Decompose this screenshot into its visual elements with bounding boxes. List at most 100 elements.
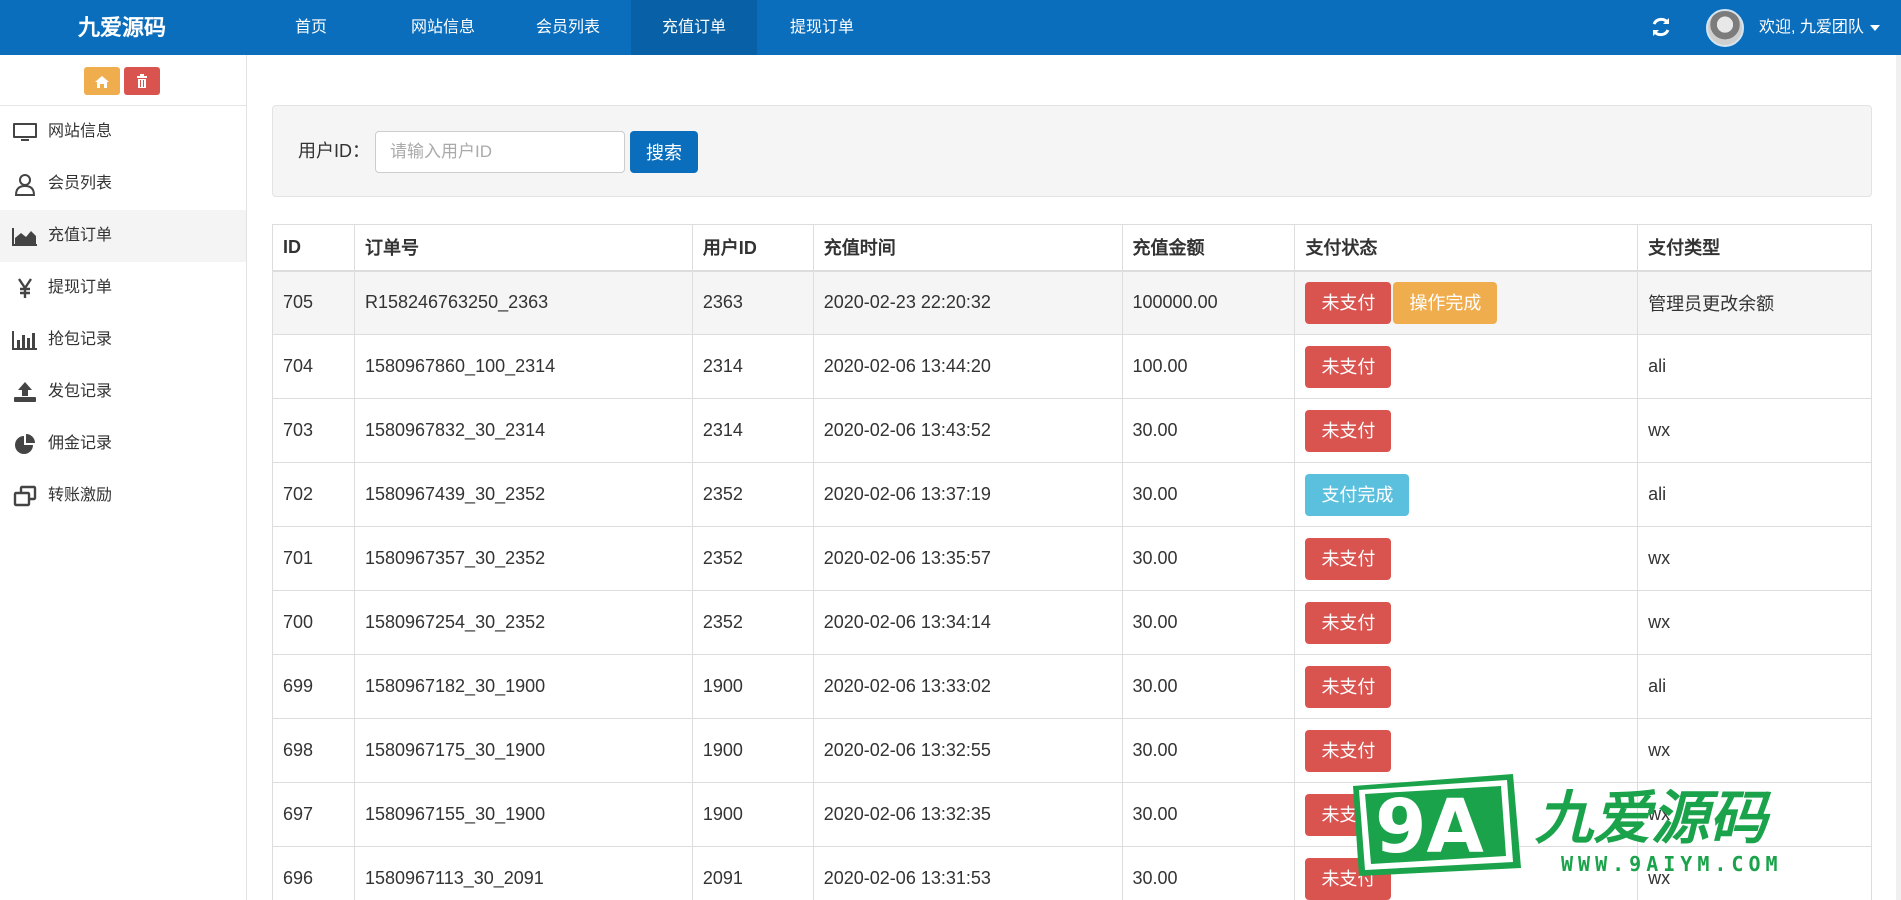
watermark-name: 九爱源码 [1535, 784, 1772, 852]
area-chart-icon [12, 228, 37, 246]
nav-item-withdraw-orders[interactable]: 提现订单 [777, 0, 867, 55]
cell-status: 支付完成 [1294, 462, 1639, 527]
cell-status: 未支付 [1294, 334, 1639, 399]
cell-pay-type: wx [1637, 526, 1872, 591]
status-badge[interactable]: 未支付 [1305, 601, 1392, 644]
cell-id: 696 [272, 846, 355, 900]
clear-cache-button[interactable] [124, 67, 160, 95]
nav-item-members[interactable]: 会员列表 [525, 0, 611, 55]
cell-id: 697 [272, 782, 355, 847]
sidebar-item-label: 佣金记录 [48, 435, 113, 452]
user-id-label: 用户ID： [298, 141, 370, 161]
avatar[interactable] [1706, 9, 1744, 47]
status-badge[interactable]: 未支付 [1305, 537, 1392, 580]
cell-amount: 30.00 [1121, 398, 1296, 463]
clone-icon [13, 485, 37, 507]
cell-status: 未支付 操作完成 [1294, 270, 1639, 335]
scrollbar[interactable] [1896, 55, 1901, 900]
watermark-9a-text: 9A [1375, 784, 1484, 870]
table-row: 703 1580967832_30_2314 2314 2020-02-06 13:4… [272, 398, 1872, 463]
nav-item-home[interactable]: 首页 [280, 0, 342, 55]
cell-pay-type: ali [1637, 654, 1872, 719]
cell-amount: 30.00 [1121, 782, 1296, 847]
cell-id: 701 [272, 526, 355, 591]
refresh-icon[interactable] [1649, 15, 1673, 39]
table-row: 699 1580967182_30_1900 1900 2020-02-06 13:3… [272, 654, 1872, 719]
column-header-order-no: 订单号 [353, 224, 693, 272]
cell-pay-type: ali [1637, 462, 1872, 527]
table-row: 700 1580967254_30_2352 2352 2020-02-06 13:3… [272, 590, 1872, 655]
cell-order-no: 1580967175_30_1900 [353, 718, 693, 783]
search-button[interactable]: 搜索 [630, 131, 698, 173]
cell-amount: 30.00 [1121, 462, 1296, 527]
status-badge[interactable]: 未支付 [1305, 665, 1392, 708]
nav-item-recharge-orders[interactable]: 充值订单 [631, 0, 757, 55]
sidebar-item-recharge-orders[interactable]: 充值订单 [0, 210, 246, 262]
main-content: 用户ID： 搜索 ID 订单号 用户ID 充值时间 充值金额 支付状态 支付类型… [272, 105, 1872, 900]
cell-time: 2020-02-06 13:43:52 [812, 398, 1123, 463]
sidebar-item-members[interactable]: 会员列表 [0, 158, 246, 210]
cell-user-id: 2091 [691, 846, 814, 900]
brand-logo[interactable]: 九爱源码 [78, 0, 166, 55]
sidebar: 网站信息 会员列表 充值订单 提现订单 抢包记录 发包记录 佣金记录 转账激励 [0, 55, 247, 900]
sidebar-item-send-records[interactable]: 发包记录 [0, 366, 246, 418]
cell-status: 未支付 [1294, 590, 1639, 655]
sidebar-item-transfer-incentive[interactable]: 转账激励 [0, 470, 246, 522]
cell-time: 2020-02-06 13:37:19 [812, 462, 1123, 527]
status-badge[interactable]: 未支付 [1305, 345, 1392, 388]
cell-time: 2020-02-06 13:35:57 [812, 526, 1123, 591]
cell-time: 2020-02-06 13:33:02 [812, 654, 1123, 719]
column-header-amount: 充值金额 [1121, 224, 1296, 272]
complete-action-button[interactable]: 操作完成 [1393, 281, 1498, 324]
status-badge[interactable]: 未支付 [1305, 409, 1392, 452]
sidebar-item-label: 提现订单 [48, 279, 113, 296]
cell-order-no: 1580967113_30_2091 [353, 846, 693, 900]
sidebar-item-site-info[interactable]: 网站信息 [0, 106, 246, 158]
cell-order-no: 1580967182_30_1900 [353, 654, 693, 719]
watermark-url: WWW.9AIYM.COM [1561, 852, 1783, 876]
table-row: 705 R158246763250_2363 2363 2020-02-23 22:2… [272, 270, 1872, 335]
user-menu[interactable]: 欢迎, 九爱团队 [1759, 0, 1880, 55]
cell-user-id: 1900 [691, 654, 814, 719]
table-row: 702 1580967439_30_2352 2352 2020-02-06 13:3… [272, 462, 1872, 527]
cell-amount: 30.00 [1121, 718, 1296, 783]
cell-amount: 30.00 [1121, 526, 1296, 591]
table-header-row: ID 订单号 用户ID 充值时间 充值金额 支付状态 支付类型 [272, 224, 1872, 272]
column-header-id: ID [272, 224, 355, 272]
caret-down-icon [1869, 24, 1880, 31]
upload-icon [14, 382, 36, 402]
nav-item-site-info[interactable]: 网站信息 [400, 0, 486, 55]
cell-user-id: 2314 [691, 334, 814, 399]
cell-order-no: R158246763250_2363 [353, 270, 693, 335]
cell-user-id: 1900 [691, 718, 814, 783]
cell-id: 704 [272, 334, 355, 399]
sidebar-item-commission-records[interactable]: 佣金记录 [0, 418, 246, 470]
cell-user-id: 1900 [691, 782, 814, 847]
monitor-icon [13, 123, 37, 141]
sidebar-item-withdraw-orders[interactable]: 提现订单 [0, 262, 246, 314]
status-badge[interactable]: 未支付 [1305, 729, 1392, 772]
home-button[interactable] [84, 67, 120, 95]
sidebar-item-label: 会员列表 [48, 175, 113, 192]
cell-order-no: 1580967860_100_2314 [353, 334, 693, 399]
cell-amount: 100.00 [1121, 334, 1296, 399]
table-row: 704 1580967860_100_2314 2314 2020-02-06 13:… [272, 334, 1872, 399]
column-header-status: 支付状态 [1294, 224, 1639, 272]
status-badge[interactable]: 支付完成 [1305, 473, 1410, 516]
cell-user-id: 2314 [691, 398, 814, 463]
column-header-user-id: 用户ID [691, 224, 814, 272]
cell-amount: 30.00 [1121, 654, 1296, 719]
cell-status: 未支付 [1294, 526, 1639, 591]
trash-icon [137, 74, 147, 88]
user-id-search-input[interactable] [375, 131, 625, 173]
bar-chart-icon [12, 331, 37, 350]
cell-time: 2020-02-06 13:31:53 [812, 846, 1123, 900]
cell-status: 未支付 [1294, 398, 1639, 463]
sidebar-item-label: 发包记录 [48, 383, 113, 400]
cell-amount: 100000.00 [1121, 270, 1296, 335]
search-panel: 用户ID： 搜索 [272, 105, 1872, 197]
watermark-logo: 9A 九爱源码 WWW.9AIYM.COM [1353, 774, 1783, 876]
status-badge[interactable]: 未支付 [1305, 281, 1392, 324]
sidebar-item-grab-records[interactable]: 抢包记录 [0, 314, 246, 366]
cell-id: 698 [272, 718, 355, 783]
